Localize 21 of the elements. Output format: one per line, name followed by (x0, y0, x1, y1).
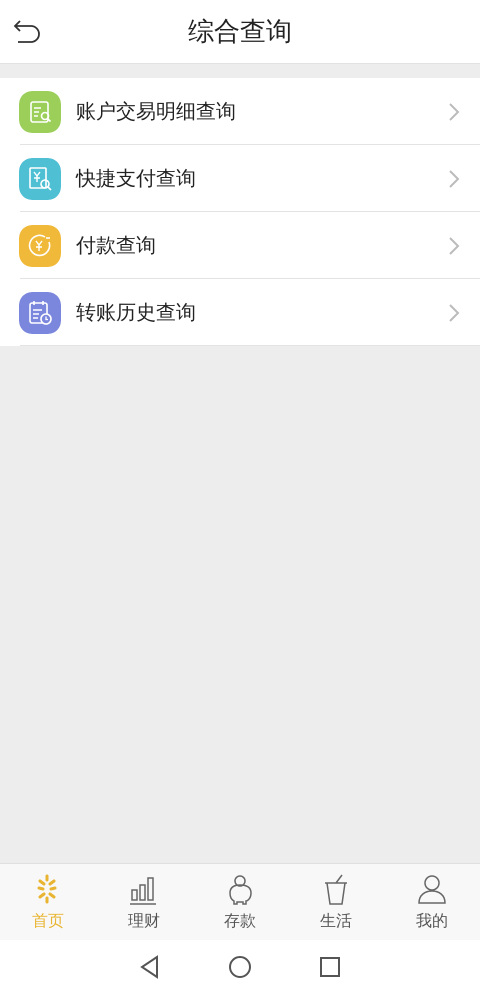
tab[interactable]: 生活 (288, 864, 384, 940)
menu-label: 付款查询 (76, 232, 157, 259)
chevron-icon (448, 102, 460, 122)
menu-item[interactable]: 转账历史查询 (0, 279, 480, 346)
menu-item[interactable]: 付款查询 (0, 212, 480, 279)
recents-nav-icon[interactable] (317, 954, 343, 980)
person-icon (416, 872, 448, 906)
chevron-icon (448, 302, 460, 322)
menu-label: 账户交易明细查询 (76, 98, 237, 125)
back-icon[interactable] (12, 18, 42, 46)
page-title: 综合查询 (188, 16, 292, 49)
home-nav-icon[interactable] (227, 954, 253, 980)
tab[interactable]: 理财 (96, 864, 192, 940)
menu-item[interactable]: 快捷支付查询 (0, 145, 480, 212)
chevron-icon (448, 168, 460, 188)
chevron-icon (448, 236, 460, 256)
menu-label: 快捷支付查询 (76, 165, 197, 192)
tab[interactable]: 存款 (192, 864, 288, 940)
tab[interactable]: 我的 (384, 864, 480, 940)
menu-item[interactable]: 账户交易明细查询 (0, 78, 480, 145)
menu-label: 转账历史查询 (76, 299, 197, 326)
